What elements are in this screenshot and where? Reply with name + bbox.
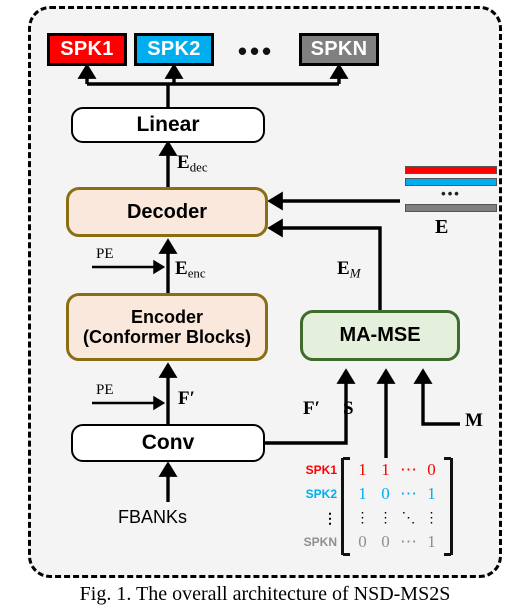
label-E-enc-base: E xyxy=(175,258,188,279)
matrix-cell: 1 xyxy=(358,484,367,503)
matrix-cell: ⋯ xyxy=(400,460,417,479)
speaker-ellipsis: ••• xyxy=(237,35,275,66)
label-S: S xyxy=(343,398,354,419)
matrix-cell: 0 xyxy=(381,532,390,551)
matrix-cell: ⋯ xyxy=(400,532,417,551)
block-encoder-line1: Encoder xyxy=(130,306,204,327)
label-E-enc: Eenc xyxy=(175,258,206,282)
block-conv[interactable]: Conv xyxy=(71,424,265,462)
matrix-cell: ⋱ xyxy=(401,510,416,526)
matrix-cell: 1 xyxy=(427,532,436,551)
matrix-cell: ⋮ xyxy=(378,510,393,526)
label-E-M-sub: M xyxy=(349,265,361,281)
label-F-prime-mamse: F′ xyxy=(303,398,320,419)
embedding-bar-spkn xyxy=(405,204,497,212)
matrix-row-label-vdots: ⋮ xyxy=(323,510,337,526)
matrix-body: 1 1 ⋯ 0 1 0 ⋯ 1 ⋮ ⋮ ⋱ ⋮ 0 0 ⋯ 1 xyxy=(341,457,453,556)
matrix-cell: 1 xyxy=(381,460,390,479)
label-fbanks: FBANKs xyxy=(118,507,188,527)
matrix-row-label-spkn: SPKN xyxy=(303,535,337,549)
label-E-dec: Edec xyxy=(177,152,208,176)
label-E-M: EM xyxy=(337,258,360,282)
matrix-cell: ⋮ xyxy=(424,510,439,526)
matrix-row-label-spk2: SPK2 xyxy=(305,487,337,501)
figure-nsd-ms2s-architecture: SPK1 SPK2 ••• SPKN Linear Decoder Encode… xyxy=(0,0,530,610)
label-F-prime-encoder: F′ xyxy=(178,388,195,409)
matrix-row: ⋮ ⋮ ⋱ ⋮ xyxy=(344,506,450,530)
speaker-chip-spkn[interactable]: SPKN xyxy=(299,33,379,66)
matrix-row: 1 0 ⋯ 1 xyxy=(344,482,450,506)
label-E-dec-sub: dec xyxy=(189,159,208,175)
label-E: E xyxy=(435,216,449,238)
label-E-enc-sub: enc xyxy=(187,265,206,281)
matrix-bracket-top-right xyxy=(444,457,451,460)
embedding-bar-spk2 xyxy=(405,178,497,186)
label-pe-conv: PE xyxy=(96,382,114,398)
matrix-cell: 0 xyxy=(381,484,390,503)
speaker-chip-spk2[interactable]: SPK2 xyxy=(134,33,214,66)
embedding-stack-ellipsis: ••• xyxy=(441,186,461,201)
block-linear[interactable]: Linear xyxy=(71,107,265,143)
speaker-chip-spk1[interactable]: SPK1 xyxy=(47,33,127,66)
matrix-cell: ⋯ xyxy=(400,484,417,503)
label-E-dec-base: E xyxy=(177,152,190,173)
block-ma-mse[interactable]: MA-MSE xyxy=(300,310,460,361)
matrix-cell: 1 xyxy=(427,484,436,503)
embedding-stack: ••• xyxy=(405,166,497,212)
label-E-M-base: E xyxy=(337,258,350,279)
matrix-row: 0 0 ⋯ 1 xyxy=(344,530,450,554)
figure-caption: Fig. 1. The overall architecture of NSD-… xyxy=(79,583,451,605)
block-decoder[interactable]: Decoder xyxy=(66,187,268,237)
label-M: M xyxy=(465,410,483,431)
matrix-cell: 0 xyxy=(427,460,436,479)
matrix-cell: 0 xyxy=(358,532,367,551)
speaker-mask-matrix: SPK1 SPK2 ⋮ SPKN 1 1 ⋯ 0 1 0 ⋯ 1 ⋮ ⋮ ⋱ ⋮… xyxy=(293,457,473,558)
embedding-bar-spk1 xyxy=(405,166,497,174)
matrix-row-label-spk1: SPK1 xyxy=(305,463,337,477)
matrix-cell: ⋮ xyxy=(355,510,370,526)
block-encoder-line2: (Conformer Blocks) xyxy=(82,327,252,347)
matrix-row: 1 1 ⋯ 0 xyxy=(344,458,450,482)
matrix-bracket-bottom-right xyxy=(444,553,451,556)
matrix-cell: 1 xyxy=(358,460,367,479)
matrix-row-labels: SPK1 SPK2 ⋮ SPKN xyxy=(293,458,337,554)
label-pe-encoder: PE xyxy=(96,246,114,262)
block-encoder[interactable]: Encoder (Conformer Blocks) xyxy=(66,293,268,361)
